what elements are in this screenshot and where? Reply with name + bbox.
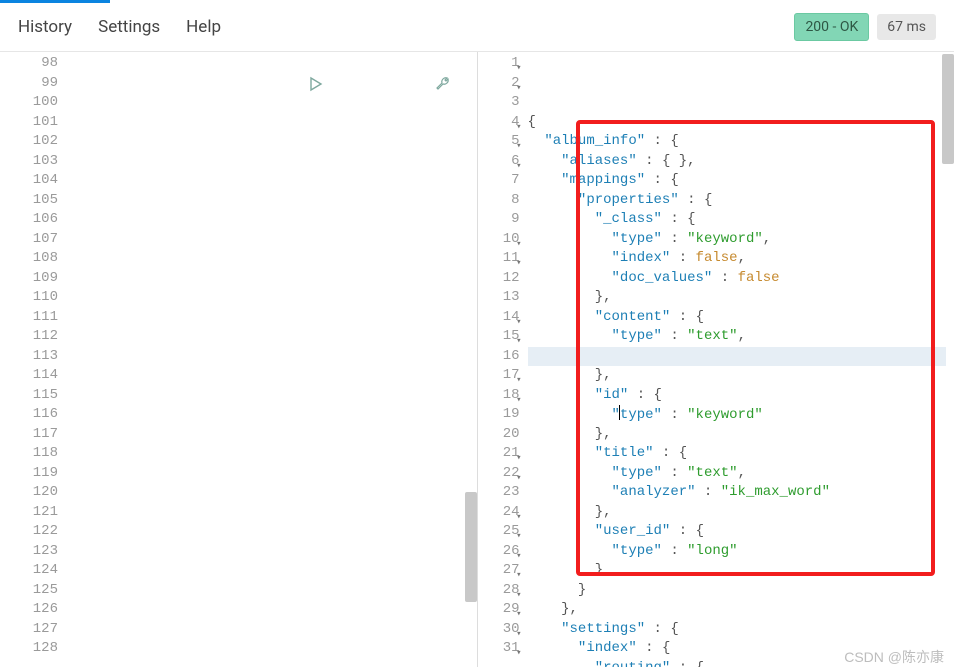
left-code[interactable] — [72, 52, 477, 667]
code-line[interactable]: "settings" : { — [528, 620, 954, 640]
code-line[interactable]: "type" : "text", — [528, 464, 954, 484]
left-gutter: 9899100101102103104105106107108109110111… — [0, 52, 72, 667]
code-line[interactable]: "type" : "keyword", — [528, 230, 954, 250]
code-line[interactable]: "mappings" : { — [528, 171, 954, 191]
right-code[interactable]: { "album_info" : { "aliases" : { }, "map… — [528, 52, 954, 667]
code-line[interactable]: { — [528, 113, 954, 133]
menu-help[interactable]: Help — [186, 17, 221, 37]
status-badge: 200 - OK — [794, 13, 869, 41]
request-pane[interactable]: 9899100101102103104105106107108109110111… — [0, 52, 478, 667]
response-pane[interactable]: 1▾2▾34▾5▾6▾78910▾11▾121314▾15▾1617▾18▾19… — [478, 52, 954, 667]
code-line[interactable]: "analyzer" : "ik_max_word" — [528, 483, 954, 503]
code-line[interactable]: "_class" : { — [528, 210, 954, 230]
code-line[interactable]: "content" : { — [528, 308, 954, 328]
scrollbar-thumb[interactable] — [465, 492, 477, 602]
fold-arrow-icon[interactable]: ▾ — [516, 644, 521, 664]
active-line-highlight — [528, 347, 947, 367]
code-line[interactable]: "id" : { — [528, 386, 954, 406]
code-line[interactable]: }, — [528, 600, 954, 620]
menu-history[interactable]: History — [18, 17, 72, 37]
code-line[interactable]: "index" : false, — [528, 249, 954, 269]
code-line[interactable]: "type" : "keyword" — [528, 405, 954, 425]
code-line[interactable]: "album_info" : { — [528, 132, 954, 152]
code-line[interactable]: }, — [528, 503, 954, 523]
code-line[interactable]: "properties" : { — [528, 191, 954, 211]
code-line[interactable]: "type" : "long" — [528, 542, 954, 562]
time-badge: 67 ms — [877, 14, 936, 40]
code-line[interactable]: }, — [528, 288, 954, 308]
code-line[interactable]: "type" : "text", — [528, 327, 954, 347]
code-line[interactable]: }, — [528, 366, 954, 386]
code-line[interactable]: "doc_values" : false — [528, 269, 954, 289]
wrench-icon[interactable] — [332, 56, 450, 118]
menu-bar: History Settings Help 200 - OK 67 ms — [0, 3, 954, 52]
editor-area: 9899100101102103104105106107108109110111… — [0, 52, 954, 667]
code-line[interactable]: "title" : { — [528, 444, 954, 464]
code-line[interactable]: }, — [528, 425, 954, 445]
code-line[interactable]: } — [528, 561, 954, 581]
right-gutter: 1▾2▾34▾5▾6▾78910▾11▾121314▾15▾1617▾18▾19… — [478, 52, 528, 667]
code-line[interactable]: "aliases" : { }, — [528, 152, 954, 172]
code-line[interactable]: "user_id" : { — [528, 522, 954, 542]
menu-settings[interactable]: Settings — [98, 17, 160, 37]
watermark: CSDN @陈亦康 — [844, 647, 944, 667]
code-line[interactable]: } — [528, 581, 954, 601]
play-icon[interactable] — [206, 56, 324, 118]
